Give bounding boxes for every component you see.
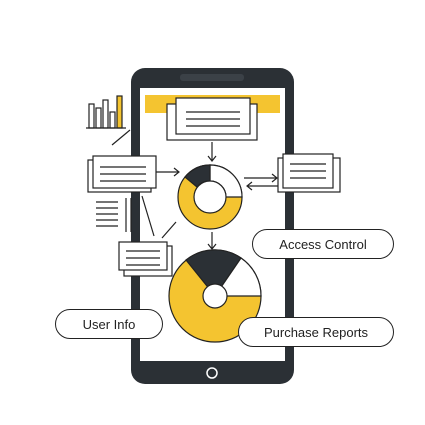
user-info-label: User Info — [55, 309, 163, 339]
access-control-text: Access Control — [279, 236, 367, 252]
phone-data-illustration — [86, 68, 341, 384]
bar-chart-icon — [86, 95, 131, 146]
small-document-card — [118, 241, 173, 277]
left-document-card — [87, 155, 157, 193]
purchase-reports-text: Purchase Reports — [263, 324, 369, 340]
user-info-text: User Info — [82, 316, 136, 332]
donut-chart-icon — [177, 164, 243, 230]
illustration: Access Control User Info Purchase Report… — [0, 0, 425, 425]
top-document-card — [166, 97, 258, 141]
purchase-reports-label: Purchase Reports — [238, 317, 394, 347]
access-control-label: Access Control — [252, 229, 394, 259]
list-lines-icon — [96, 198, 132, 232]
right-document-card — [277, 153, 341, 193]
